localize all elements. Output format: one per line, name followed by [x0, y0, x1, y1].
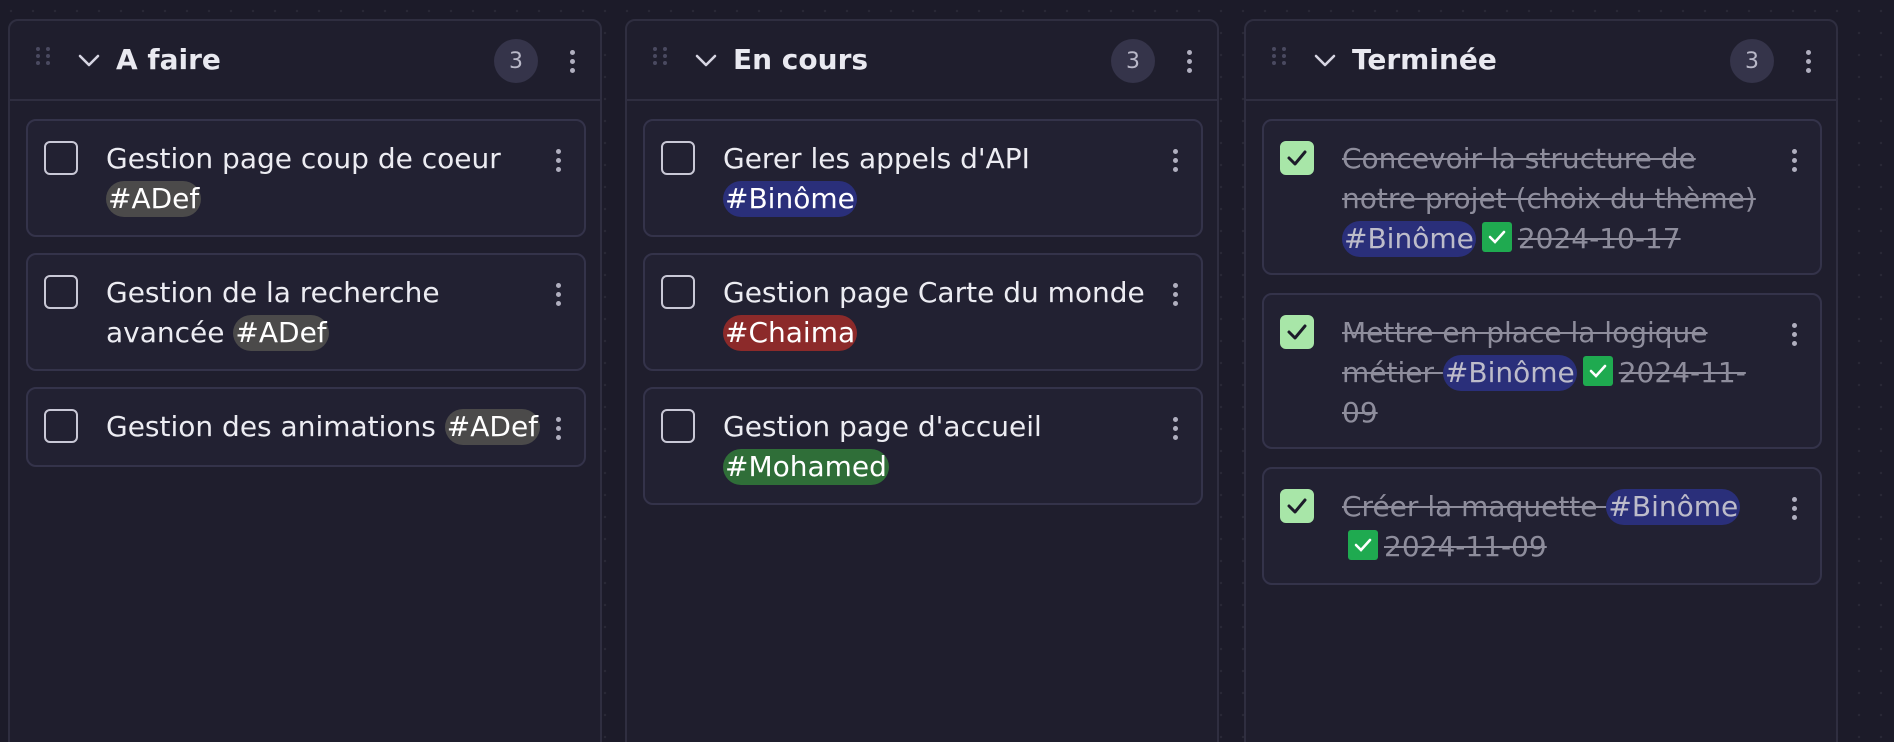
drag-handle-icon[interactable] — [36, 47, 50, 71]
checkmark-icon — [1287, 498, 1307, 514]
drag-handle-icon[interactable] — [653, 47, 667, 71]
done-date-check-icon — [1582, 356, 1613, 386]
task-card[interactable]: Gestion des animations #ADef — [26, 387, 586, 467]
task-card[interactable]: Gestion de la recherche avancée #ADef — [26, 253, 586, 371]
task-checkbox[interactable] — [1280, 489, 1314, 523]
task-text: Gestion page coup de coeur #ADef — [106, 142, 501, 217]
done-date-check-icon — [1481, 222, 1512, 252]
task-checkbox[interactable] — [661, 141, 695, 175]
tag-badge[interactable]: #Mohamed — [723, 449, 889, 485]
column-title: En cours — [733, 43, 869, 76]
task-checkbox[interactable] — [661, 409, 695, 443]
column-title: Terminée — [1352, 43, 1497, 76]
task-text: Gestion de la recherche avancée #ADef — [106, 276, 440, 351]
task-card[interactable]: Mettre en place la logique métier #Binôm… — [1262, 293, 1822, 449]
task-text: Concevoir la structure de notre projet (… — [1342, 142, 1756, 257]
task-card[interactable]: Concevoir la structure de notre projet (… — [1262, 119, 1822, 275]
card-menu-icon[interactable] — [1784, 493, 1804, 523]
task-card[interactable]: Gestion page d'accueil #Mohamed — [643, 387, 1203, 505]
tag-badge[interactable]: #Chaima — [723, 315, 858, 351]
task-text: Gestion page Carte du monde #Chaima — [723, 276, 1145, 351]
count-badge: 3 — [1111, 39, 1155, 83]
task-checkbox[interactable] — [1280, 141, 1314, 175]
card-menu-icon[interactable] — [548, 279, 568, 309]
count-badge: 3 — [494, 39, 538, 83]
tag-badge[interactable]: #Binôme — [1342, 221, 1476, 257]
task-checkbox[interactable] — [661, 275, 695, 309]
tag-badge[interactable]: #Binôme — [723, 181, 857, 217]
drag-handle-icon[interactable] — [1272, 47, 1286, 71]
task-card[interactable]: Gestion page Carte du monde #Chaima — [643, 253, 1203, 371]
done-date-check-icon — [1348, 530, 1378, 560]
kanban-board: A faire 3 Gestion page coup de coeur #AD… — [0, 0, 1894, 742]
done-date: 2024-10-17 — [1517, 222, 1681, 255]
column-menu-icon[interactable] — [1798, 46, 1818, 76]
chevron-down-icon[interactable] — [76, 51, 102, 71]
checkmark-icon — [1287, 324, 1307, 340]
column-en-cours: En cours 3 Gerer les appels d'API #Binôm… — [625, 19, 1219, 742]
column-terminee: Terminée 3 Concevoir la structure de not… — [1244, 19, 1838, 742]
done-date: 2024-11-09 — [1384, 530, 1547, 563]
card-menu-icon[interactable] — [1784, 319, 1804, 349]
column-a-faire: A faire 3 Gestion page coup de coeur #AD… — [8, 19, 602, 742]
card-menu-icon[interactable] — [1165, 413, 1185, 443]
card-menu-icon[interactable] — [1784, 145, 1804, 175]
card-menu-icon[interactable] — [1165, 279, 1185, 309]
task-text: Gestion des animations #ADef — [106, 409, 541, 445]
card-menu-icon[interactable] — [1165, 145, 1185, 175]
tag-badge[interactable]: #ADef — [106, 181, 202, 217]
tag-badge[interactable]: #ADef — [233, 315, 329, 351]
checkmark-icon — [1287, 150, 1307, 166]
task-checkbox[interactable] — [1280, 315, 1314, 349]
task-checkbox[interactable] — [44, 409, 78, 443]
task-card[interactable]: Gestion page coup de coeur #ADef — [26, 119, 586, 237]
column-menu-icon[interactable] — [1179, 46, 1199, 76]
card-menu-icon[interactable] — [548, 145, 568, 175]
task-card[interactable]: Gerer les appels d'API #Binôme — [643, 119, 1203, 237]
column-header: Terminée 3 — [1246, 21, 1836, 101]
task-text: Mettre en place la logique métier #Binôm… — [1342, 316, 1746, 429]
column-title: A faire — [116, 43, 221, 76]
task-checkbox[interactable] — [44, 141, 78, 175]
chevron-down-icon[interactable] — [693, 51, 719, 71]
count-badge: 3 — [1730, 39, 1774, 83]
column-header: En cours 3 — [627, 21, 1217, 101]
tag-badge[interactable]: #Binôme — [1606, 489, 1741, 525]
card-menu-icon[interactable] — [548, 413, 568, 443]
column-menu-icon[interactable] — [562, 46, 582, 76]
tag-badge[interactable]: #ADef — [444, 409, 541, 445]
chevron-down-icon[interactable] — [1312, 51, 1338, 71]
column-header: A faire 3 — [10, 21, 600, 101]
task-checkbox[interactable] — [44, 275, 78, 309]
task-text: Créer la maquette #Binôme2024-11-09 — [1342, 489, 1741, 563]
task-card[interactable]: Créer la maquette #Binôme2024-11-09 — [1262, 467, 1822, 585]
task-text: Gerer les appels d'API #Binôme — [723, 142, 1030, 217]
tag-badge[interactable]: #Binôme — [1442, 355, 1577, 391]
task-text: Gestion page d'accueil #Mohamed — [723, 410, 1042, 485]
